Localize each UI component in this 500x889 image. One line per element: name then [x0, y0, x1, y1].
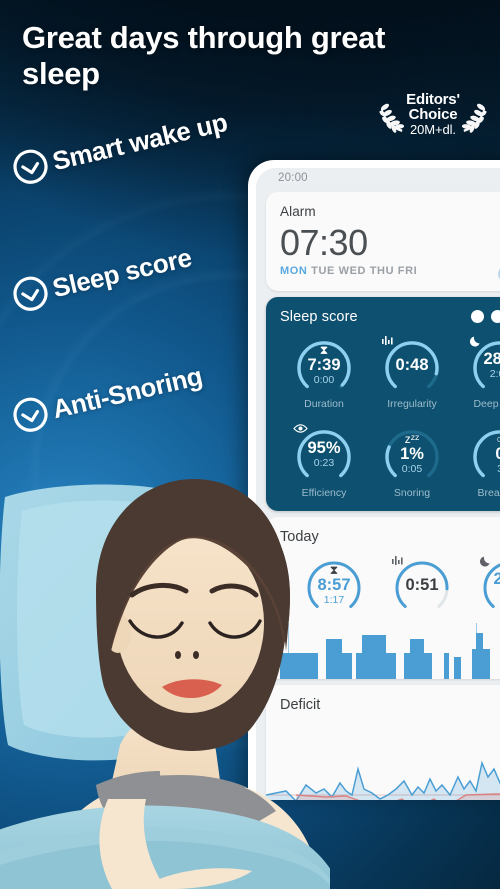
feature-label: Smart wake up — [49, 106, 230, 176]
laurel-wreath-right-icon — [461, 103, 487, 133]
page-dot[interactable] — [471, 310, 484, 324]
gauge-breathing[interactable]: ○ 0 3 Breathing — [456, 424, 500, 499]
page-dot[interactable] — [491, 310, 500, 324]
feature-label: Sleep score — [49, 241, 195, 303]
sleep-score-title: Sleep score — [280, 308, 358, 325]
badge-line-1: Editors' — [406, 90, 460, 108]
alarm-title: Alarm — [280, 204, 316, 219]
gauge-label: Duration — [304, 397, 344, 410]
badge-line-2: Choice — [408, 105, 458, 123]
sleeping-woman-illustration — [0, 479, 330, 889]
gauge-label: Deep sleep — [473, 397, 500, 410]
editors-choice-badge: Editors' Choice 20M+dl. — [369, 88, 497, 142]
feature-item-anti-snoring: Anti-Snoring — [8, 357, 206, 438]
gauge-snoring[interactable]: zᶻᶻ 1% 0:05 Snoring — [368, 424, 456, 499]
alarm-day-thu[interactable]: THU — [370, 265, 394, 277]
nostril-left — [175, 651, 181, 659]
alarm-day-wed[interactable]: WED — [339, 265, 366, 277]
hypnogram-bar — [356, 652, 396, 679]
hypnogram-bar — [404, 652, 432, 679]
hypnogram-bar — [444, 652, 449, 679]
gauge-irregularity[interactable]: 0:48 Irregularity — [368, 335, 456, 410]
sleep-score-page-dots[interactable] — [471, 310, 500, 324]
nostril-right — [193, 651, 199, 659]
check-circle-icon — [13, 276, 48, 311]
promo-screenshot: Great days through great sleep Editors' … — [0, 0, 500, 889]
today-gauge-irregularity[interactable]: 0:51 — [378, 555, 466, 617]
feature-item-smart-wake-up: Smart wake up — [8, 103, 231, 190]
alarm-day-tue[interactable]: TUE — [311, 265, 335, 277]
gauge-deep-sleep[interactable]: 28% 2:08 Deep sleep — [456, 335, 500, 410]
alarm-card[interactable]: Alarm 07:30 MON TUE WED THU FRI — [266, 192, 500, 291]
alarm-days[interactable]: MON TUE WED THU FRI — [280, 265, 500, 277]
sleep-score-gauge-row-1: ⧗ 7:39 0:00 Duration 0:48 Irregularity 2… — [280, 335, 500, 410]
status-bar-time: 20:00 — [256, 168, 500, 192]
check-circle-icon — [13, 149, 48, 184]
sleep-score-header: Sleep score — [280, 309, 500, 325]
gauge-duration[interactable]: ⧗ 7:39 0:00 Duration — [280, 335, 368, 410]
gauge-label: Irregularity — [387, 397, 437, 410]
today-gauge-deep-sleep[interactable]: 27% 2:24 — [466, 555, 500, 617]
gauge-label: Snoring — [393, 486, 431, 499]
alarm-day-mon[interactable]: MON — [280, 265, 307, 277]
feature-item-sleep-score: Sleep score — [8, 238, 195, 316]
check-circle-icon — [13, 397, 48, 432]
feature-list: Smart wake up Sleep score Anti-Snoring — [0, 0, 280, 480]
badge-line-3: 20M+dl. — [410, 122, 456, 138]
laurel-wreath-left-icon — [379, 103, 405, 133]
gauge-label: Breathing — [477, 486, 500, 499]
hypnogram-bar — [472, 648, 490, 679]
alarm-time[interactable]: 07:30 — [280, 223, 500, 263]
feature-label: Anti-Snoring — [49, 360, 205, 424]
alarm-day-fri[interactable]: FRI — [398, 265, 418, 277]
hypnogram-bar — [454, 656, 461, 679]
